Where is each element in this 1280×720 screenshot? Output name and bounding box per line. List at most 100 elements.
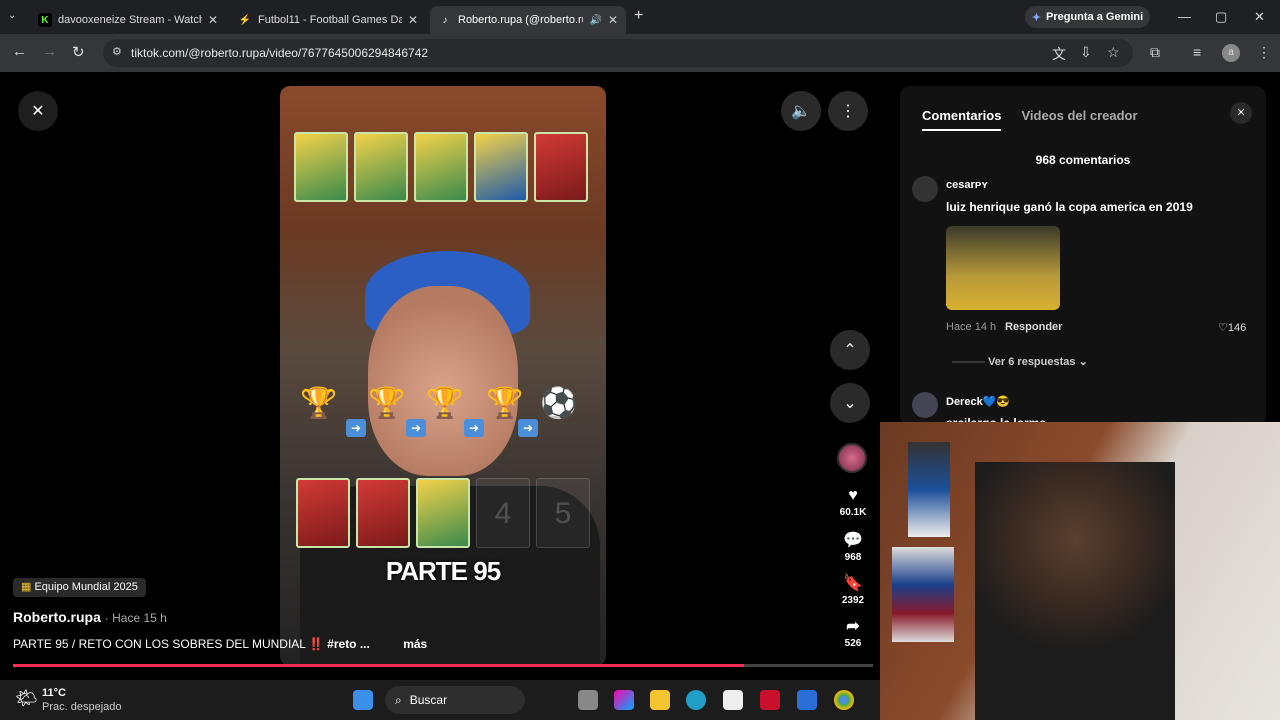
- browser-tab-bar: ⌄ K davooxeneize Stream - Watch Li ✕ ⚡ F…: [0, 0, 1280, 34]
- player-card: [414, 132, 468, 202]
- playlist-label: Equipo Mundial 2025: [34, 581, 138, 593]
- poster-image: [892, 547, 954, 642]
- player-card: [294, 132, 348, 202]
- site-settings-icon[interactable]: ⚙: [112, 45, 122, 58]
- close-tab-icon[interactable]: ✕: [408, 13, 418, 27]
- trophy-icon: 🏆: [368, 387, 406, 420]
- chrome-icon[interactable]: [834, 690, 854, 710]
- comment-like-count: 146: [1227, 322, 1247, 334]
- back-icon[interactable]: ←: [12, 43, 27, 60]
- share-action[interactable]: ➦ 526: [838, 616, 868, 649]
- comment-like[interactable]: ♡146: [1218, 321, 1246, 334]
- omnibox[interactable]: ⚙ tiktok.com/@roberto.rupa/video/7677645…: [103, 39, 1133, 67]
- tab-creator-videos[interactable]: Videos del creador: [1021, 108, 1137, 131]
- like-count: 60.1K: [839, 507, 867, 518]
- store-icon[interactable]: [723, 690, 743, 710]
- tab-futbol11[interactable]: ⚡ Futbol11 - Football Games Dai ✕: [230, 6, 426, 34]
- like-action[interactable]: ♥ 60.1K: [838, 487, 868, 518]
- edge-icon[interactable]: [686, 690, 706, 710]
- bookmark-star-icon[interactable]: ☆: [1107, 44, 1120, 61]
- media-controls-icon[interactable]: ≡: [1193, 44, 1201, 60]
- new-tab-button[interactable]: +: [634, 7, 643, 25]
- share-count: 526: [844, 638, 862, 649]
- player-card: [296, 478, 350, 548]
- tab-tiktok[interactable]: ♪ Roberto.rupa (@roberto.rup 🔊 ✕: [430, 6, 626, 34]
- minimize-icon[interactable]: —: [1178, 9, 1191, 24]
- tab-title: Roberto.rupa (@roberto.rup: [458, 14, 584, 26]
- weather-icon[interactable]: 🌤: [15, 688, 38, 709]
- comment-time: Hace 14 h: [946, 321, 997, 333]
- extensions-icon[interactable]: ⧉: [1150, 44, 1160, 61]
- author-name[interactable]: Roberto.rupa: [13, 609, 101, 625]
- close-panel-icon[interactable]: ✕: [1230, 102, 1252, 124]
- search-label: Buscar: [409, 693, 448, 707]
- tab-list-dropdown-icon[interactable]: ⌄: [8, 10, 16, 21]
- menu-icon[interactable]: ⋮: [1257, 44, 1271, 61]
- trophy-icon: 🏆: [300, 387, 338, 420]
- reload-icon[interactable]: ↻: [72, 43, 85, 61]
- comment-image[interactable]: [946, 226, 1060, 310]
- creator-avatar[interactable]: [837, 443, 867, 473]
- reply-button[interactable]: Responder: [1005, 321, 1062, 333]
- weather-text[interactable]: Prac. despejado: [42, 701, 122, 713]
- windows-start-icon[interactable]: [353, 690, 373, 710]
- futbol11-favicon-icon: ⚡: [238, 14, 252, 26]
- widgets-icon[interactable]: [578, 690, 598, 710]
- player-card: [354, 132, 408, 202]
- comment-text: luiz henrique ganó la copa america en 20…: [946, 200, 1193, 214]
- comment-total: 968 comentarios: [1035, 153, 1131, 167]
- commenter-name[interactable]: Dereck💙😎: [946, 395, 1010, 408]
- maximize-icon[interactable]: ▢: [1215, 9, 1227, 25]
- copilot-icon[interactable]: [614, 690, 634, 710]
- gemini-sparkle-icon: ✦: [1031, 11, 1041, 24]
- next-video-button[interactable]: ⌄: [830, 383, 870, 423]
- profile-avatar[interactable]: a: [1222, 44, 1240, 62]
- commenter-name[interactable]: cesarᴘʏ: [946, 179, 988, 191]
- more-options-button[interactable]: ⋮: [828, 91, 868, 131]
- mute-button[interactable]: 🔈: [781, 91, 821, 131]
- close-window-icon[interactable]: ✕: [1254, 9, 1265, 25]
- hashtag-link[interactable]: #reto ...: [327, 637, 370, 651]
- progress-fill: [13, 664, 744, 667]
- trophy-icon: 🏆: [486, 387, 524, 420]
- commenter-avatar[interactable]: [912, 392, 938, 418]
- previous-video-button[interactable]: ⌃: [830, 330, 870, 370]
- save-action[interactable]: 🔖 2392: [838, 573, 868, 606]
- trophy-icon: 🏆: [426, 387, 464, 420]
- forward-icon[interactable]: →: [42, 43, 57, 60]
- creator-face: [368, 286, 518, 476]
- file-explorer-icon[interactable]: [650, 690, 670, 710]
- mcafee-icon[interactable]: [760, 690, 780, 710]
- commenter-avatar[interactable]: [912, 176, 938, 202]
- post-time: Hace 15 h: [112, 611, 167, 625]
- url-text[interactable]: tiktok.com/@roberto.rupa/video/767764500…: [131, 46, 428, 60]
- empty-card-slot: 5: [536, 478, 590, 548]
- tiktok-favicon-icon: ♪: [442, 14, 448, 26]
- arrow-right-icon: ➜: [518, 419, 538, 437]
- more-link[interactable]: más: [403, 637, 427, 651]
- close-tab-icon[interactable]: ✕: [608, 13, 618, 27]
- comment-action[interactable]: 💬 968: [838, 530, 868, 563]
- temperature[interactable]: 11°C: [42, 687, 66, 699]
- mail-icon[interactable]: [797, 690, 817, 710]
- close-video-button[interactable]: ✕: [18, 91, 58, 131]
- install-app-icon[interactable]: ⇩: [1080, 44, 1092, 61]
- arrow-right-icon: ➜: [464, 419, 484, 437]
- save-count: 2392: [841, 595, 865, 606]
- translate-icon[interactable]: 文: [1052, 44, 1066, 64]
- view-replies-button[interactable]: ——— Ver 6 respuestas ⌄: [952, 355, 1088, 368]
- gemini-button[interactable]: ✦ Pregunta a Gemini: [1025, 6, 1150, 28]
- video-player[interactable]: 🏆 ➜ 🏆 ➜ 🏆 ➜ 🏆 ➜ ⚽ 4 5 PARTE 95: [280, 86, 606, 666]
- arrow-right-icon: ➜: [406, 419, 426, 437]
- comment-count: 968: [844, 552, 862, 563]
- search-icon: ⌕: [395, 692, 402, 707]
- tab-stream[interactable]: K davooxeneize Stream - Watch Li ✕: [30, 6, 226, 34]
- video-progress[interactable]: [13, 664, 873, 667]
- caption-text: PARTE 95 / RETO CON LOS SOBRES DEL MUNDI…: [13, 637, 306, 651]
- taskbar-search[interactable]: ⌕ Buscar: [385, 686, 525, 714]
- close-tab-icon[interactable]: ✕: [208, 13, 218, 27]
- player-card: [534, 132, 588, 202]
- playlist-pill[interactable]: ▦ Equipo Mundial 2025: [13, 578, 146, 597]
- tab-comments[interactable]: Comentarios: [922, 108, 1002, 131]
- audio-playing-icon[interactable]: 🔊: [589, 15, 601, 26]
